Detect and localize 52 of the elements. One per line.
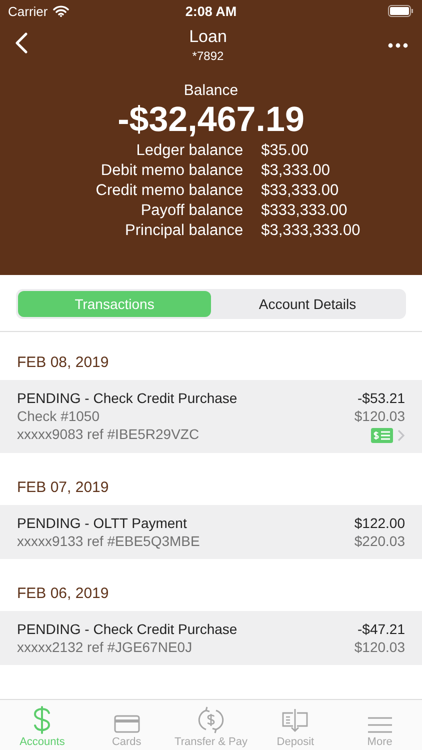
account-number: *7892	[192, 49, 224, 63]
screen-title: Loan	[189, 27, 227, 47]
transaction-detail: xxxxx9083 ref #IBE5R29VZC	[17, 426, 200, 442]
tab-bar-item[interactable]: Transfer & Pay	[168, 700, 254, 750]
balance-detail-label: Principal balance	[124, 222, 244, 240]
wifi-icon	[52, 5, 69, 17]
card-icon	[114, 714, 140, 734]
transaction-title: PENDING - Check Credit Purchase	[17, 390, 238, 406]
date-header: FEB 07, 2019	[16, 478, 110, 498]
transaction-row[interactable]: PENDING - Check Credit Purchase Check #1050 xxxxx9083 ref #IBE5R29VZC -$53.21 $120.03	[0, 380, 422, 453]
balance-detail-value: $33,333.00	[261, 182, 340, 200]
transaction-amount: -$53.21	[358, 390, 405, 406]
tab-bar-item[interactable]: Deposit	[253, 700, 338, 750]
transaction-title: PENDING - Check Credit Purchase	[17, 621, 238, 637]
balance-detail-label: Ledger balance	[135, 142, 244, 160]
tab-bar-item[interactable]: Cards	[84, 700, 169, 750]
balance-detail-label: Payoff balance	[140, 202, 244, 220]
transaction-detail: xxxxx2132 ref #JGE67NE0J	[17, 639, 194, 655]
running-balance: $220.03	[354, 533, 405, 549]
transaction-detail: xxxxx9133 ref #EBE5Q3MBE	[17, 533, 200, 549]
more-icon[interactable]	[388, 42, 408, 48]
balance-detail-value: $3,333,333.00	[261, 222, 360, 240]
transaction-detail: Check #1050	[17, 408, 101, 424]
check-image-icon[interactable]	[371, 428, 393, 443]
segment-tab[interactable]: Account Details	[211, 291, 404, 317]
transaction-amount: $122.00	[354, 515, 405, 531]
balance-detail-value: $3,333.00	[261, 162, 332, 180]
check-deposit-icon	[281, 708, 310, 734]
running-balance: $120.03	[354, 408, 405, 424]
transaction-row[interactable]: PENDING - Check Credit Purchase xxxxx2132 ref #JGE67NE0J -$47.21 $120.03	[0, 611, 422, 665]
circular-arrows-dollar-icon	[197, 706, 226, 734]
balance-detail-label: Debit memo balance	[100, 162, 244, 180]
tab-bar-item[interactable]: More	[338, 700, 422, 750]
date-header: FEB 08, 2019	[16, 353, 110, 373]
transaction-row[interactable]: PENDING - OLTT Payment xxxxx9133 ref #EBE5Q3MBE $122.00 $220.03	[0, 505, 422, 559]
back-icon[interactable]	[14, 32, 28, 54]
balance-detail-label: Credit memo balance	[96, 182, 244, 200]
battery-icon	[388, 5, 414, 17]
dollar-icon	[33, 706, 52, 734]
balance-label: Balance	[184, 82, 238, 99]
date-header: FEB 06, 2019	[16, 584, 110, 604]
transaction-amount: -$47.21	[358, 621, 405, 637]
balance-amount: -$32,467.19	[118, 100, 304, 140]
status-time: 2:08 AM	[185, 4, 237, 18]
tab-bar-item[interactable]: Accounts	[0, 700, 84, 750]
menu-icon	[366, 716, 393, 734]
transaction-title: PENDING - OLTT Payment	[17, 515, 188, 531]
balance-detail-value: $35.00	[261, 142, 310, 160]
segment-tab[interactable]: Transactions	[18, 291, 211, 317]
balance-detail-value: $333,333.00	[261, 202, 348, 220]
running-balance: $120.03	[354, 639, 405, 655]
carrier-name: Carrier	[8, 4, 48, 18]
